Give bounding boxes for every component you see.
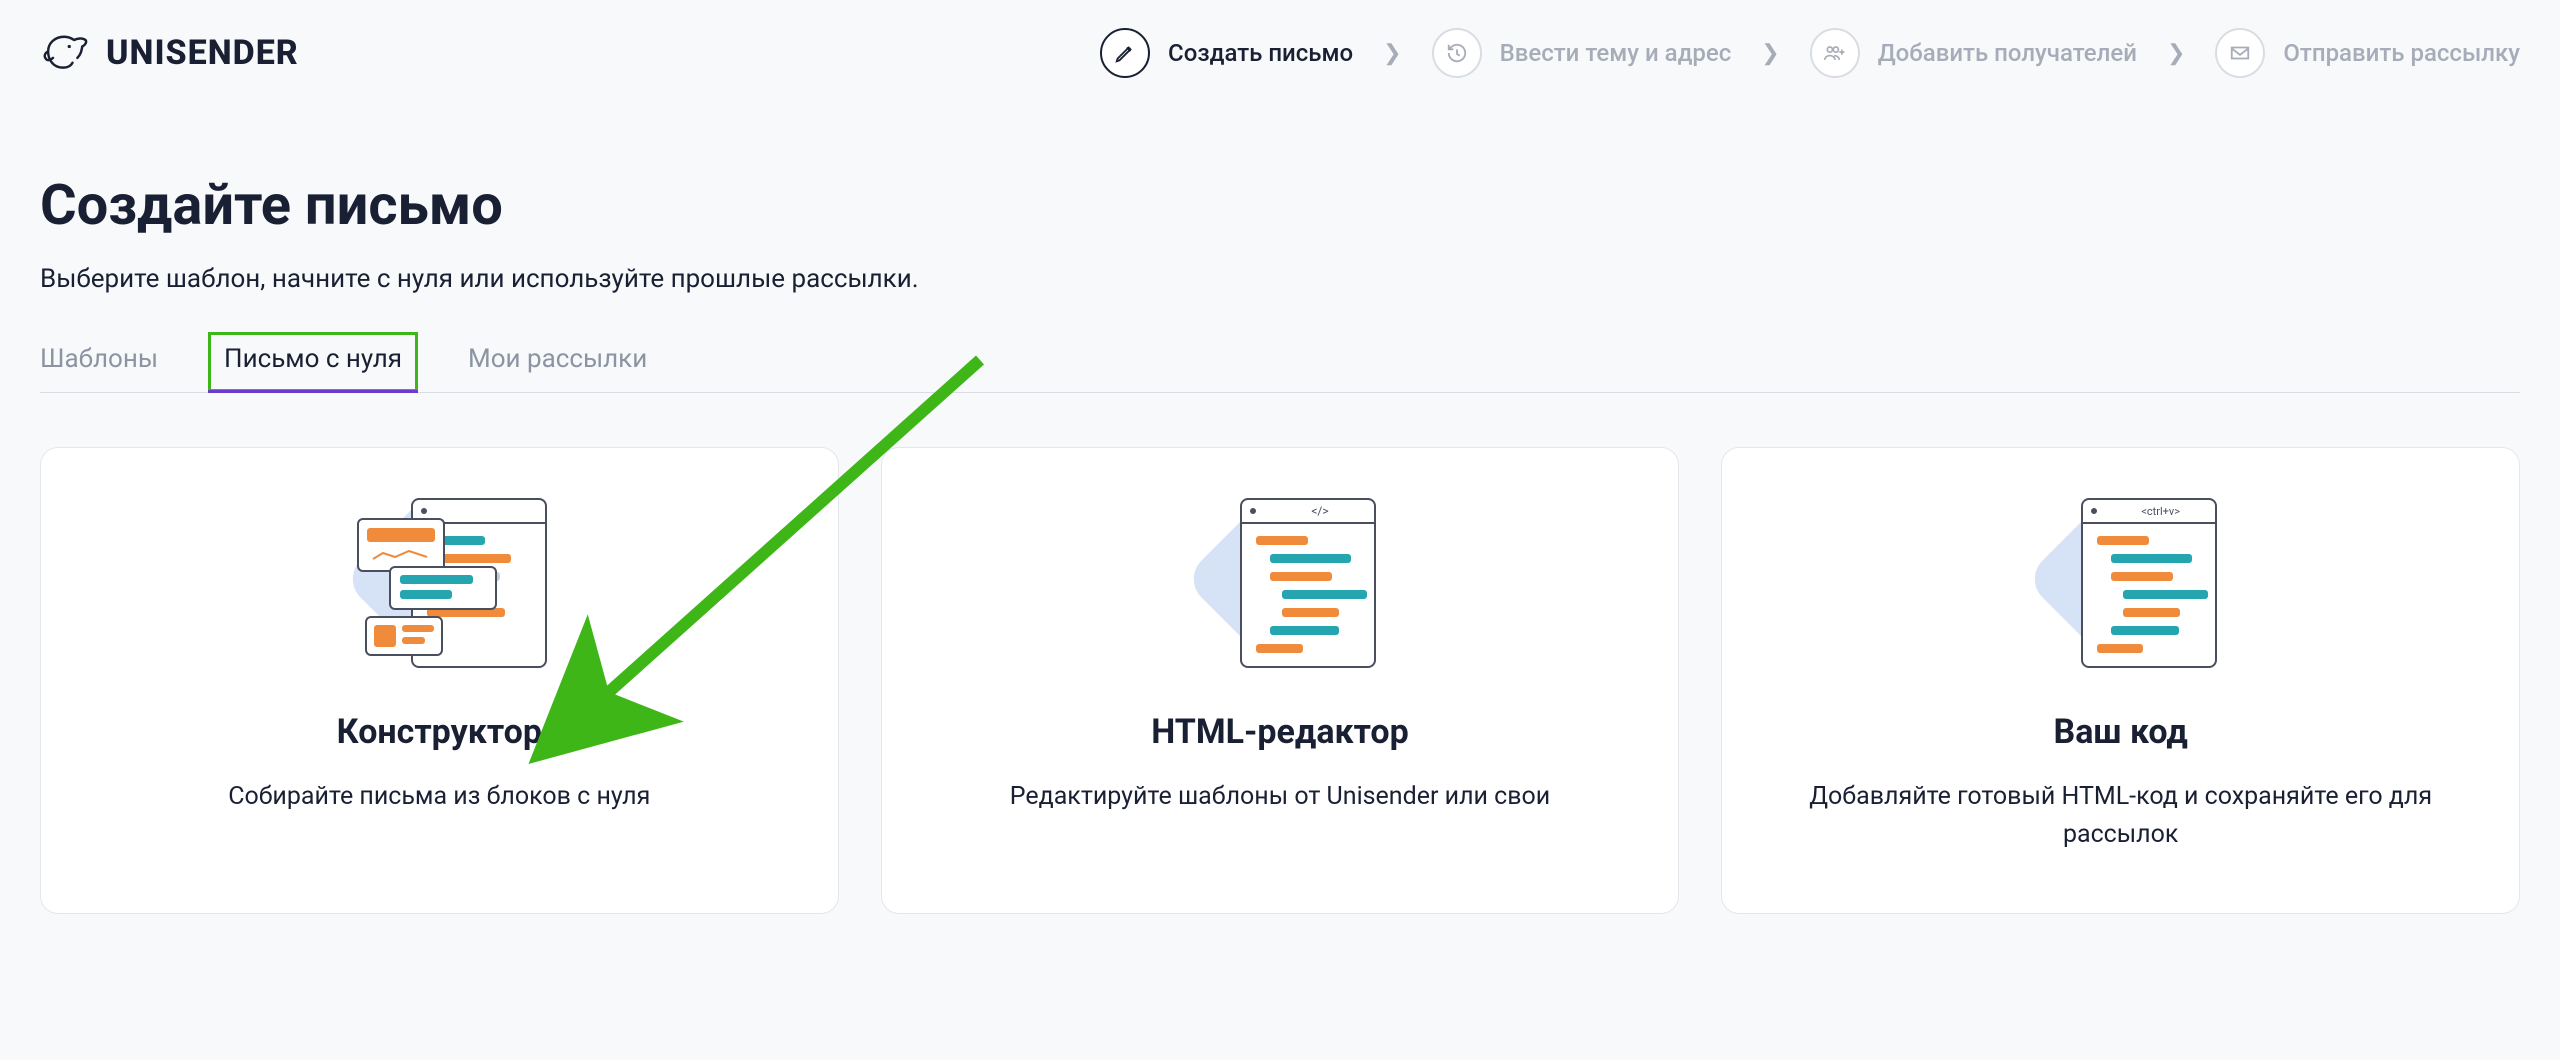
tab-my-campaigns[interactable]: Мои рассылки (468, 344, 647, 392)
card-desc: Собирайте письма из блоков с нуля (228, 778, 650, 816)
card-html-editor[interactable]: </> HTML-редактор Редактируйте шаблоны о… (881, 447, 1680, 914)
step-create-letter[interactable]: Создать письмо (1100, 28, 1353, 78)
card-desc: Добавляйте готовый HTML-код и сохраняйте… (1772, 778, 2469, 853)
card-grid: Конструктор Собирайте письма из блоков с… (40, 447, 2520, 914)
html-editor-illustration: </> (1180, 488, 1380, 678)
card-title: HTML-редактор (1151, 712, 1409, 752)
stepper: Создать письмо ❯ Ввести тему и адрес ❯ Д… (1100, 28, 2520, 78)
history-icon (1432, 28, 1482, 78)
step-label: Ввести тему и адрес (1500, 39, 1732, 67)
brand-name: UNISENDER (106, 33, 299, 73)
card-your-code[interactable]: <ctrl+v> Ваш код Добавляйте готовый HTML… (1721, 447, 2520, 914)
page-subtitle: Выберите шаблон, начните с нуля или испо… (40, 264, 2520, 294)
dog-icon (40, 27, 92, 79)
envelope-icon (2215, 28, 2265, 78)
users-plus-icon (1810, 28, 1860, 78)
ctrlv-label: <ctrl+v> (2141, 505, 2180, 518)
card-title: Ваш код (2054, 712, 2188, 752)
header: UNISENDER Создать письмо ❯ Ввести тему и… (0, 0, 2560, 106)
step-label: Добавить получателей (1878, 39, 2137, 67)
step-label: Отправить рассылку (2283, 39, 2520, 67)
tab-from-scratch[interactable]: Письмо с нуля (208, 332, 418, 392)
step-send-campaign[interactable]: Отправить рассылку (2215, 28, 2520, 78)
code-tag-label: </> (1311, 504, 1328, 518)
card-desc: Редактируйте шаблоны от Unisender или св… (1010, 778, 1550, 816)
main: Создайте письмо Выберите шаблон, начните… (0, 106, 2560, 914)
pencil-icon (1100, 28, 1150, 78)
step-label: Создать письмо (1168, 39, 1353, 67)
card-constructor[interactable]: Конструктор Собирайте письма из блоков с… (40, 447, 839, 914)
step-add-recipients[interactable]: Добавить получателей (1810, 28, 2137, 78)
chevron-right-icon: ❯ (1383, 41, 1401, 66)
your-code-illustration: <ctrl+v> (2021, 488, 2221, 678)
step-subject-address[interactable]: Ввести тему и адрес (1432, 28, 1732, 78)
chevron-right-icon: ❯ (1761, 41, 1779, 66)
constructor-illustration (339, 488, 539, 678)
brand-logo[interactable]: UNISENDER (40, 27, 299, 79)
tabs: Шаблоны Письмо с нуля Мои рассылки (40, 344, 2520, 393)
card-title: Конструктор (337, 712, 542, 752)
chevron-right-icon: ❯ (2167, 41, 2185, 66)
page-title: Создайте письмо (40, 172, 2520, 238)
tab-templates[interactable]: Шаблоны (40, 344, 158, 392)
